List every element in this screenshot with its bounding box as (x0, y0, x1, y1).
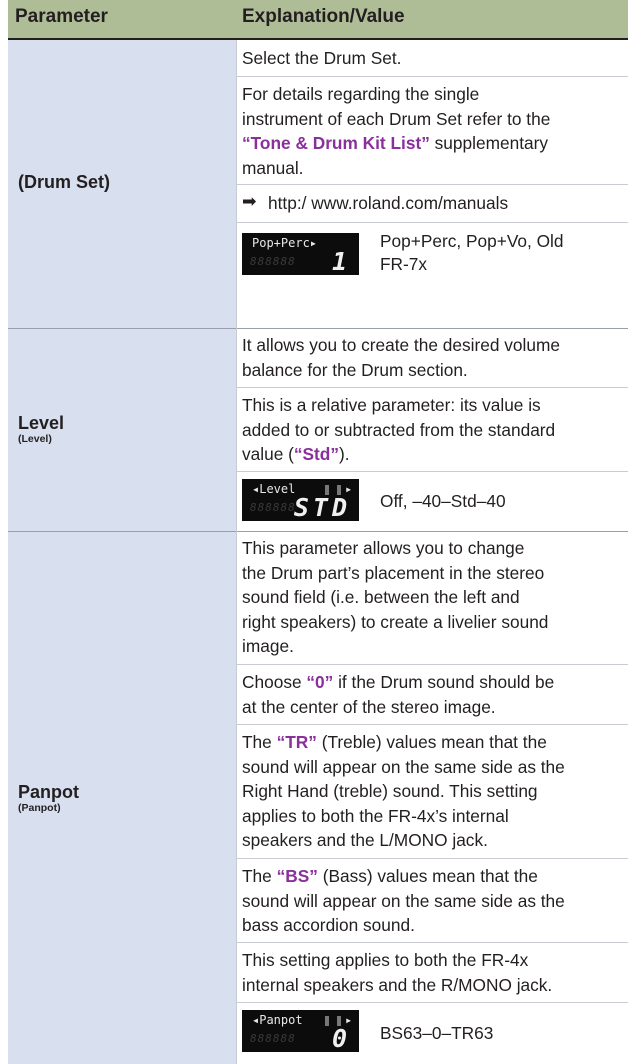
keyword: “TR” (276, 732, 317, 752)
lcd-display: ◂Level ▸ 888888 STD (242, 479, 359, 522)
explanation-text: It allows you to create the desired volu… (242, 335, 560, 380)
lcd-display: ◂Panpot ▸ 888888 0 (242, 1010, 359, 1053)
keyword: “Tone & Drum Kit List” (242, 133, 430, 153)
param-name: Level (18, 413, 65, 433)
header-parameter: Parameter (15, 6, 108, 27)
explanation-text: This parameter allows you to change the … (242, 538, 549, 656)
lcd-display: Pop+Perc▸ 888888 1 (242, 233, 359, 276)
table-row-panpot: Panpot (Panpot) This parameter allows yo… (8, 532, 628, 1064)
param-cell: Panpot (Panpot) (8, 532, 236, 1064)
param-cell: (Drum Set) (8, 40, 236, 328)
param-sub: (Level) (18, 433, 52, 445)
explanation-cell: It allows you to create the desired volu… (236, 329, 628, 531)
table-row-level: Level (Level) It allows you to create th… (8, 329, 628, 531)
param-cell: Level (Level) (8, 329, 236, 531)
explanation-text: The “BS” (Bass) values mean that the sou… (242, 866, 565, 935)
table-header: Parameter Explanation/Value (8, 0, 628, 40)
param-name: Panpot (18, 782, 79, 802)
header-explanation: Explanation/Value (242, 6, 405, 27)
value-range: Off, –40–Std–40 (380, 491, 506, 511)
keyword: “BS” (276, 866, 318, 886)
keyword: “0” (306, 672, 334, 692)
table-row-drum-set: (Drum Set) Select the Drum Set. For deta… (8, 40, 628, 328)
explanation-text: The “TR” (Treble) values mean that the s… (242, 732, 565, 850)
explanation-cell: This parameter allows you to change the … (236, 532, 628, 1064)
explanation-text: For details regarding the single instrum… (242, 84, 551, 178)
param-sub: (Panpot) (18, 802, 61, 814)
explanation-cell: Select the Drum Set. For details regardi… (236, 40, 628, 328)
explanation-text: Select the Drum Set. (242, 48, 402, 68)
manuals-link[interactable]: http:/ www.roland.com/manuals (268, 191, 618, 216)
explanation-text: Choose “0” if the Drum sound should be a… (242, 672, 555, 717)
keyword: “Std” (293, 444, 339, 464)
explanation-text: This is a relative parameter: its value … (242, 395, 556, 464)
value-range: Pop+Perc, Pop+Vo, Old FR-7x (380, 231, 564, 274)
value-range: BS63–0–TR63 (380, 1023, 494, 1043)
param-name: (Drum Set) (18, 172, 111, 192)
arrow-icon: ➡ (242, 191, 257, 211)
explanation-text: This setting applies to both the FR-4x i… (242, 950, 553, 995)
